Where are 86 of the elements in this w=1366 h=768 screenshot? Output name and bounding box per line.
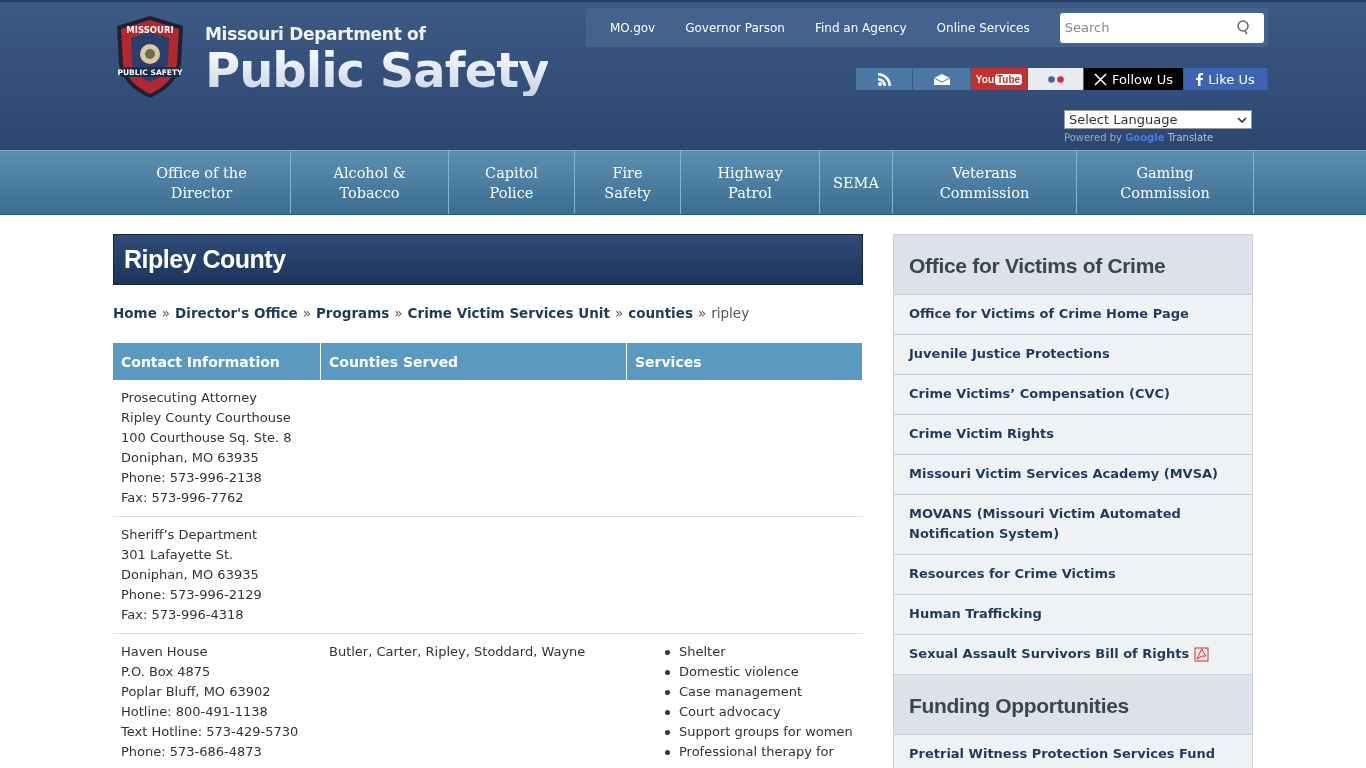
bullet-dot	[665, 689, 670, 695]
youtube-link[interactable]: You Tube	[971, 68, 1028, 90]
bullet-dot	[665, 729, 670, 735]
breadcrumb-current: ripley	[711, 305, 750, 321]
x-icon	[1093, 72, 1107, 86]
top-link[interactable]: Find an Agency	[814, 20, 907, 35]
contact-line: Phone: 573-686-4873	[121, 743, 263, 761]
sidebar-link[interactable]: Missouri Victim Services Academy (MVSA)	[894, 455, 1252, 495]
nav-item[interactable]: SEMA	[820, 151, 893, 214]
breadcrumb-link[interactable]: Director's Office	[175, 305, 298, 321]
dots-icon	[1047, 75, 1064, 83]
service-item: Case management	[679, 683, 803, 701]
breadcrumb-link[interactable]: Programs	[315, 305, 390, 321]
sidebar-heading: Office for Victims of Crime	[894, 235, 1252, 295]
nav-item[interactable]: Fire Safety	[575, 151, 681, 214]
top-link[interactable]: MO.gov	[610, 20, 656, 35]
department-name: Missouri Department of	[205, 24, 427, 44]
rss-link[interactable]	[856, 68, 913, 90]
contact-line: Phone: 573-996-2129	[121, 586, 263, 604]
nav-item[interactable]: Office of the Director	[113, 151, 291, 214]
page-title: Ripley County	[113, 234, 863, 285]
contact-line: Fax: 573-996-4318	[121, 606, 245, 624]
breadcrumb-separator: »	[394, 305, 403, 321]
email-link[interactable]	[913, 68, 971, 90]
contact-line: Text Hotline: 573-429-5730	[121, 723, 300, 741]
contact-line: Sheriff’s Department	[121, 526, 259, 544]
column-header: Counties Served	[321, 343, 627, 380]
search-icon[interactable]	[1235, 19, 1250, 35]
service-item: Professional therapy for	[679, 743, 834, 761]
sidebar-link[interactable]: Human Trafficking	[894, 595, 1252, 635]
language-select[interactable]: Select Language	[1064, 110, 1252, 129]
nav-item[interactable]: Alcohol & Tobacco	[291, 151, 449, 214]
breadcrumb-link[interactable]: counties	[628, 305, 693, 321]
bullet-dot	[665, 749, 670, 755]
contact-line: Haven House	[121, 643, 209, 661]
bullet-dot	[665, 649, 670, 655]
like-us-link[interactable]: Like Us	[1184, 68, 1268, 90]
contact-line: Ripley County Courthouse	[121, 409, 292, 427]
sidebar-link[interactable]: Pretrial Witness Protection Services Fund	[894, 735, 1252, 768]
top-link[interactable]: Governor Parson	[685, 20, 785, 35]
contact-line: Prosecuting Attorney	[121, 389, 258, 407]
flickr-link[interactable]	[1028, 68, 1084, 90]
column-header: Contact Information	[113, 343, 321, 380]
contact-line: 100 Courthouse Sq. Ste. 8	[121, 429, 293, 447]
breadcrumb-separator: »	[697, 305, 707, 321]
nav-item[interactable]: Veterans Commission	[893, 151, 1077, 214]
service-item: Court advocacy	[679, 703, 781, 721]
sidebar-link[interactable]: Crime Victims’ Compensation (CVC)	[894, 375, 1252, 415]
service-item: Domestic violence	[679, 663, 799, 681]
breadcrumb-separator: »	[161, 305, 171, 321]
breadcrumb-link[interactable]: Crime Victim Services Unit	[407, 305, 610, 321]
column-header: Services	[627, 343, 863, 380]
contact-line: Poplar Bluff, MO 63902	[121, 683, 272, 701]
service-item: Support groups for women	[679, 723, 853, 741]
contact-line: Doniphan, MO 63935	[121, 566, 260, 584]
nav-item[interactable]: Highway Patrol	[681, 151, 820, 214]
sidebar-link[interactable]: Sexual Assault Survivors Bill of Rights	[894, 635, 1252, 675]
breadcrumb-separator: »	[614, 305, 624, 321]
sidebar-link[interactable]: Crime Victim Rights	[894, 415, 1252, 455]
sidebar-link[interactable]: Resources for Crime Victims	[894, 555, 1252, 595]
nav-item[interactable]: Gaming Commission	[1077, 151, 1254, 214]
envelope-icon	[933, 73, 950, 85]
sidebar-heading: Funding Opportunities	[894, 675, 1252, 735]
sidebar-link[interactable]: MOVANS (Missouri Victim Automated Notification System)	[894, 495, 1252, 555]
contact-line: 301 Lafayette St.	[121, 546, 235, 564]
bullet-dot	[665, 709, 670, 715]
nav-item[interactable]: Capitol Police	[449, 151, 575, 214]
counties-text: Butler, Carter, Ripley, Stoddard, Wayne	[329, 643, 587, 661]
contact-line: Doniphan, MO 63935	[121, 449, 260, 467]
top-link[interactable]: Online Services	[936, 20, 1030, 35]
contact-line: Hotline: 800-491-1138	[121, 703, 269, 721]
rss-icon	[877, 72, 891, 86]
powered-by-text: Powered by Google Translate	[1064, 132, 1215, 143]
search-field[interactable]: Search	[1059, 12, 1264, 43]
contact-line: Fax: 573-996-7762	[121, 489, 245, 507]
service-item: Shelter	[679, 643, 726, 661]
sidebar-link[interactable]: Office for Victims of Crime Home Page	[894, 295, 1252, 335]
contact-line: Phone: 573-996-2138	[121, 469, 263, 487]
contact-line: P.O. Box 4875	[121, 663, 212, 681]
follow-us-link[interactable]: Follow Us	[1084, 68, 1184, 90]
sidebar-link[interactable]: Juvenile Justice Protections	[894, 335, 1252, 375]
chevron-icon	[1237, 116, 1247, 123]
breadcrumb-link[interactable]: Home	[113, 305, 157, 321]
bullet-dot	[665, 669, 670, 675]
breadcrumb-separator: »	[302, 305, 311, 321]
facebook-icon	[1196, 72, 1204, 86]
